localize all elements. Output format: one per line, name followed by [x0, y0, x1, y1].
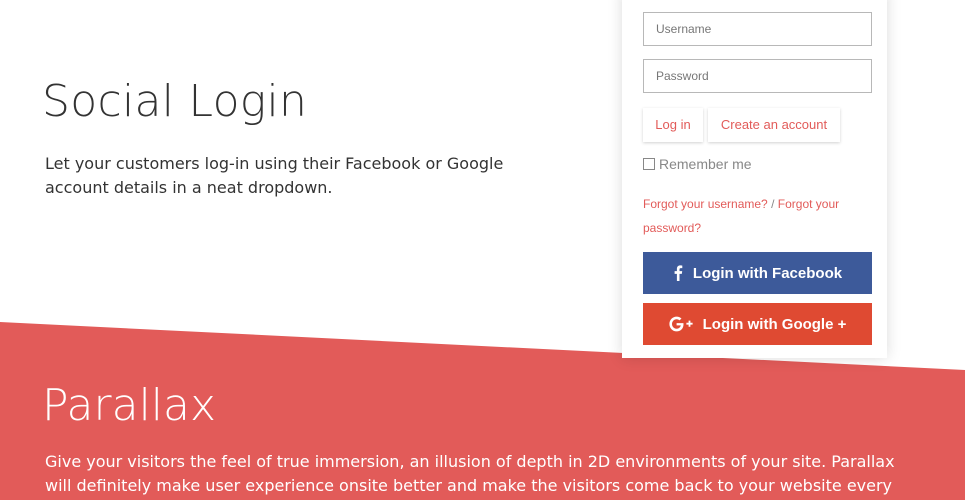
login-dropdown-card: Log in Create an account Remember me For…: [622, 0, 887, 358]
password-input[interactable]: [643, 59, 872, 93]
google-login-button[interactable]: Login with Google +: [643, 303, 872, 345]
username-input[interactable]: [643, 12, 872, 46]
forgot-username-link[interactable]: Forgot your username?: [643, 197, 768, 211]
login-button[interactable]: Log in: [643, 108, 703, 142]
google-plus-icon: [669, 316, 693, 332]
facebook-login-button[interactable]: Login with Facebook: [643, 252, 872, 294]
forgot-links: Forgot your username? / Forgot your pass…: [643, 192, 873, 240]
create-account-button[interactable]: Create an account: [708, 108, 840, 142]
social-login-title: Social Login: [42, 76, 308, 127]
remember-me-checkbox[interactable]: [643, 158, 655, 170]
forgot-separator: /: [771, 197, 775, 211]
parallax-description: Give your visitors the feel of true imme…: [45, 452, 895, 495]
remember-me[interactable]: Remember me: [643, 156, 752, 172]
facebook-login-label: Login with Facebook: [692, 264, 843, 282]
google-login-label: Login with Google +: [702, 315, 847, 333]
parallax-title: Parallax: [42, 380, 217, 431]
social-login-description: Let your customers log-in using their Fa…: [45, 154, 504, 197]
remember-me-label: Remember me: [659, 156, 752, 172]
facebook-icon: [673, 265, 683, 281]
